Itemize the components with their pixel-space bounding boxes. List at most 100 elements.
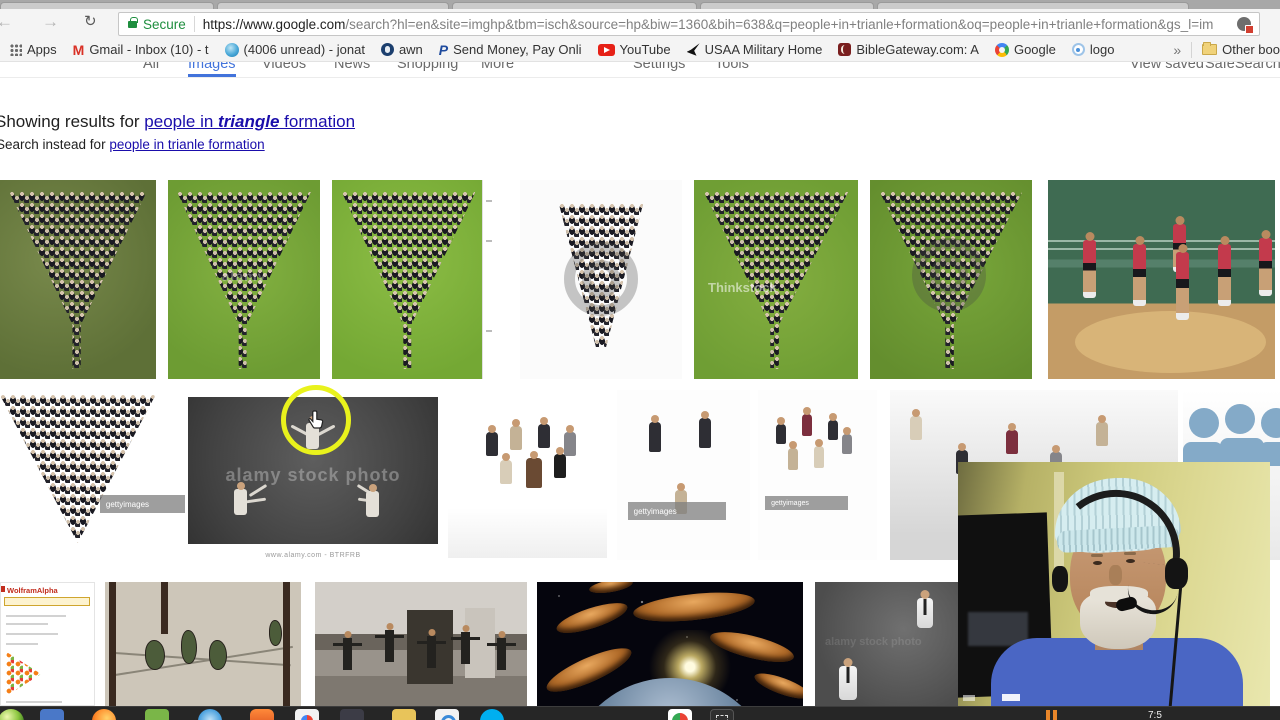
recorder-pause-icon[interactable]	[1046, 710, 1060, 720]
wolfram-icon	[1, 586, 5, 592]
taskbar-app-icon[interactable]	[340, 709, 364, 720]
image-result[interactable]: Thinkstock	[694, 180, 858, 379]
earth-graphic	[565, 678, 775, 706]
search-instead-line: Search instead for people in trianle for…	[0, 137, 265, 152]
person-figure	[487, 638, 516, 670]
ufo-graphic	[631, 587, 757, 627]
youtube-icon	[597, 43, 615, 56]
watermark-spiral	[564, 242, 638, 316]
screen: ← → ↻ Secure https://www.google.com /sea…	[0, 0, 1280, 720]
bookmark-google[interactable]: Google	[994, 42, 1056, 57]
taskbar-app-icon[interactable]	[250, 709, 274, 720]
secure-lock-icon[interactable]	[128, 16, 138, 28]
bookmark-label: awn	[398, 42, 423, 57]
reload-icon[interactable]: ↻	[84, 12, 97, 30]
gym-floor-circle	[1075, 311, 1266, 374]
browser-tab[interactable]	[217, 2, 449, 9]
bookmark-label: USAA Military Home	[704, 42, 823, 57]
image-result[interactable]	[1048, 180, 1275, 379]
bookmark-paypal[interactable]: P Send Money, Pay Onli	[439, 42, 582, 58]
stock-sidebar	[482, 180, 495, 379]
watermark-bar: gettyimages	[627, 502, 727, 520]
rope-line	[114, 645, 293, 676]
internet-explorer-icon[interactable]	[198, 709, 222, 720]
person-figure	[842, 434, 852, 454]
person-figure	[649, 422, 661, 452]
headset-earcup-left	[1052, 566, 1068, 592]
bookmark-gmail[interactable]: M Gmail - Inbox (10) - t	[73, 42, 209, 58]
bookmark-label: Google	[1013, 42, 1056, 57]
bookmark-usaa[interactable]: USAA Military Home	[686, 42, 823, 57]
query-part: people in	[144, 112, 219, 131]
forward-icon[interactable]: →	[42, 12, 59, 32]
image-result[interactable]: alamy	[168, 180, 320, 379]
browser-tab[interactable]	[877, 2, 1189, 9]
chrome-icon[interactable]	[668, 709, 692, 720]
taskbar-app-icon[interactable]	[145, 709, 169, 720]
person-figure	[1083, 240, 1096, 298]
eye	[1093, 561, 1102, 565]
image-result[interactable]	[332, 180, 495, 379]
image-caption: www.alamy.com - BTRFRB	[265, 552, 361, 559]
back-icon[interactable]: ←	[0, 12, 13, 32]
image-result[interactable]	[870, 180, 1032, 379]
bookmark-apps[interactable]: Apps	[10, 42, 57, 57]
image-result[interactable]	[315, 582, 527, 706]
browser-tab[interactable]	[0, 2, 214, 9]
person-figure	[417, 636, 446, 668]
bookmarks-overflow-chevron[interactable]: »	[1173, 42, 1181, 58]
browser-tab-strip[interactable]	[0, 0, 1280, 9]
image-result[interactable]	[537, 582, 803, 706]
bookmark-logo[interactable]: logo	[1071, 42, 1114, 57]
firefox-icon[interactable]	[92, 709, 116, 720]
overlay-chip	[1002, 694, 1020, 701]
image-result[interactable]	[105, 582, 301, 706]
image-result[interactable]	[448, 392, 607, 558]
taskbar-app-icon[interactable]	[295, 709, 319, 720]
arm-graphic	[248, 483, 268, 498]
url-host[interactable]: https://www.google.com	[203, 17, 346, 32]
image-result[interactable]: gettyimages	[617, 390, 750, 560]
browser-toolbar: ← → ↻ Secure https://www.google.com /sea…	[0, 9, 1280, 38]
bookmark-awn[interactable]: awn	[380, 42, 423, 57]
dot-triangle-graphic	[5, 651, 42, 697]
taskbar-app-icon[interactable]	[40, 709, 64, 720]
text-line-graphic	[6, 643, 38, 645]
wolfram-search-bar	[4, 597, 90, 606]
skype-icon[interactable]	[480, 709, 504, 720]
person-figure	[699, 418, 711, 448]
bookmark-att[interactable]: (4006 unread) - jonat	[224, 42, 365, 57]
image-result[interactable]	[0, 180, 156, 379]
explorer-folder-icon[interactable]	[392, 709, 416, 720]
browser-tab[interactable]	[452, 2, 697, 9]
person-figure	[802, 414, 812, 436]
bookmark-biblegateway[interactable]: BibleGateway.com: A	[838, 42, 979, 57]
person-figure	[1259, 238, 1272, 296]
image-result[interactable]: gettyimages	[758, 390, 877, 560]
person-figure	[500, 460, 512, 484]
start-button-icon[interactable]	[0, 709, 24, 720]
image-result[interactable]: alamy stock photo	[815, 582, 958, 706]
search-app-icon[interactable]	[435, 709, 459, 720]
watermark: alamy	[221, 267, 267, 284]
bookmark-label: (4006 unread) - jonat	[243, 42, 365, 57]
url-path[interactable]: /search?hl=en&site=imghp&tbm=isch&source…	[345, 17, 1233, 32]
person-figure	[375, 630, 404, 662]
original-query-link[interactable]: people in trianle formation	[109, 137, 264, 152]
sketch-figure	[209, 640, 227, 670]
other-bookmarks[interactable]: Other boo	[1202, 42, 1280, 57]
bookmark-label: BibleGateway.com: A	[856, 42, 979, 57]
image-result[interactable]: WolframAlpha	[0, 582, 95, 706]
image-result[interactable]	[520, 180, 682, 379]
gmail-icon: M	[72, 41, 85, 58]
images-tab-underline	[188, 74, 236, 77]
wolfram-logo: WolframAlpha	[1, 586, 58, 595]
browser-tab[interactable]	[700, 2, 874, 9]
image-result[interactable]: gettyimages	[0, 390, 185, 560]
bookmark-youtube[interactable]: YouTube	[597, 42, 671, 57]
address-bar-extension-icon[interactable]	[1237, 17, 1254, 34]
corrected-query-link[interactable]: people in triangle formation	[144, 112, 355, 131]
address-bar[interactable]: Secure https://www.google.com /search?hl…	[118, 12, 1260, 36]
person-figure	[910, 416, 922, 440]
snipping-tool-icon[interactable]	[710, 709, 734, 720]
